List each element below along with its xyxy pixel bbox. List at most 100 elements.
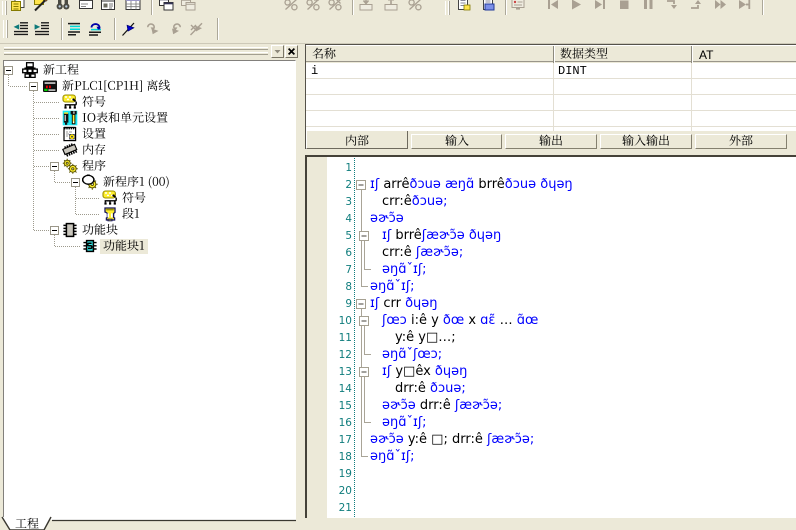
toggle-bookmark-icon[interactable] xyxy=(121,21,137,37)
code-token: ðɔuə; xyxy=(430,381,466,396)
transfer-from-plc-icon[interactable] xyxy=(383,0,399,12)
transfer-to-plc-icon[interactable] xyxy=(358,0,374,12)
next-bookmark-icon[interactable] xyxy=(145,21,161,37)
tree-item-section-9[interactable]: 段1 xyxy=(0,206,296,222)
symbol-grid-icon[interactable] xyxy=(125,0,141,12)
tree-label-11-glyphs xyxy=(103,238,145,254)
var-tab-label-4-glyphs xyxy=(729,133,753,149)
workspace-close-button[interactable] xyxy=(285,45,298,58)
paste-page-icon[interactable] xyxy=(480,0,496,12)
tree-label-0-glyphs xyxy=(43,62,79,78)
toolbar-grip[interactable] xyxy=(2,1,7,15)
debug-stop-icon[interactable] xyxy=(616,0,632,12)
tree-item-programs-6[interactable]: 程序 xyxy=(0,158,296,174)
editor-margin xyxy=(307,157,327,518)
tree-label-5: 内存 xyxy=(82,142,106,158)
var-tab-label-2[interactable]: 输出 xyxy=(539,133,563,149)
var-tab-label-0[interactable]: 内部 xyxy=(345,133,369,149)
fold-collapse-button[interactable] xyxy=(356,180,366,190)
var-tab-label-1[interactable]: 输入 xyxy=(445,133,469,149)
line-number: 8 xyxy=(330,281,352,293)
column-header-name[interactable]: 名称 xyxy=(312,46,336,62)
indent-icon[interactable] xyxy=(34,21,50,37)
workspace-tab-label[interactable]: 工程 xyxy=(15,516,39,530)
debug-step-back-icon[interactable] xyxy=(545,0,561,12)
tree-item-io-table-3[interactable]: IO表和单元设置 xyxy=(0,110,296,126)
new-project-icon[interactable] xyxy=(10,0,26,12)
code-token: … xyxy=(500,313,517,328)
table-header-row xyxy=(306,45,796,62)
column-header-at[interactable]: AT xyxy=(699,48,713,62)
report-window-icon[interactable] xyxy=(100,0,116,12)
toolbar-separator xyxy=(505,0,507,15)
drag-gripper[interactable] xyxy=(4,47,268,50)
tree-item-symbol-table-2[interactable]: 符号 xyxy=(0,94,296,110)
tree-item-function-blocks-10[interactable]: 功能块 xyxy=(0,222,296,238)
monitor-2-icon[interactable] xyxy=(305,0,321,12)
line-number: 9 xyxy=(330,298,352,310)
fold-collapse-button[interactable] xyxy=(359,367,369,377)
debug-run-icon[interactable] xyxy=(568,0,584,12)
code-token: əŋɑ̃ˇɪʃ; xyxy=(370,449,415,464)
column-header-datatype[interactable]: 数据类型 xyxy=(560,46,608,62)
monitor-3-icon[interactable] xyxy=(327,0,343,12)
code-token: drr:ê xyxy=(395,381,430,396)
workspace-options-button[interactable] xyxy=(271,45,284,58)
toolbar-grip[interactable] xyxy=(3,20,8,38)
fold-line-end xyxy=(364,422,371,423)
fold-line-end xyxy=(361,456,368,457)
uncomment-icon[interactable] xyxy=(87,21,103,37)
open-modify-icon[interactable] xyxy=(33,0,49,12)
line-number: 13 xyxy=(330,366,352,378)
tree-item-project-0[interactable]: 新工程 xyxy=(0,62,296,78)
outdent-icon[interactable] xyxy=(13,21,29,37)
column-divider[interactable] xyxy=(553,46,555,63)
function-block-st-icon xyxy=(82,238,98,254)
debug-fast-forward-icon[interactable] xyxy=(712,0,728,12)
fold-collapse-button[interactable] xyxy=(356,299,366,309)
fold-collapse-button[interactable] xyxy=(359,231,369,241)
tree-expand-minus[interactable] xyxy=(4,66,13,75)
debug-step-out-icon[interactable] xyxy=(688,0,704,12)
line-number: 21 xyxy=(330,502,352,514)
var-tab-label-3[interactable]: 输入输出 xyxy=(622,133,670,149)
debug-pause-icon[interactable] xyxy=(640,0,656,12)
tree-expand-minus[interactable] xyxy=(71,178,80,187)
tree-expand-minus[interactable] xyxy=(29,82,38,91)
tree-item-plc-1[interactable]: 新PLC1[CP1H] 离线 xyxy=(0,78,296,94)
tree-item-settings-4[interactable]: 设置 xyxy=(0,126,296,142)
var-tab-label-4[interactable]: 外部 xyxy=(729,133,753,149)
tree-expand-minus[interactable] xyxy=(50,226,59,235)
line-number: 19 xyxy=(330,468,352,480)
comment-icon[interactable] xyxy=(66,21,82,37)
two-windows-2-icon[interactable] xyxy=(180,0,196,12)
code-line-16: əŋɑ̃ˇɪʃ; xyxy=(382,415,427,430)
work-online-icon[interactable] xyxy=(510,0,526,12)
tree-item-program-7[interactable]: 新程序1 (00) xyxy=(0,174,296,190)
tree-item-memory-5[interactable]: 内存 xyxy=(0,142,296,158)
fold-line xyxy=(364,326,365,355)
toolbar-grip[interactable] xyxy=(445,1,450,15)
debug-step-icon[interactable] xyxy=(592,0,608,12)
find-binoculars-icon[interactable] xyxy=(55,0,71,12)
tree-item-symbol-table-8[interactable]: 符号 xyxy=(0,190,296,206)
debug-run-to-end-icon[interactable] xyxy=(736,0,752,12)
table-body[interactable] xyxy=(306,63,796,131)
debug-step-in-icon[interactable] xyxy=(664,0,680,12)
tree-item-function-block-st-11[interactable]: 功能块1 xyxy=(0,238,296,254)
window-icon[interactable] xyxy=(78,0,94,12)
drag-gripper[interactable] xyxy=(4,52,268,55)
clear-bookmarks-icon[interactable] xyxy=(189,21,205,37)
new-page-icon[interactable] xyxy=(455,0,471,12)
two-windows-icon[interactable] xyxy=(158,0,174,12)
column-header-name-glyphs xyxy=(312,46,336,62)
fold-collapse-button[interactable] xyxy=(359,316,369,326)
column-divider[interactable] xyxy=(691,46,693,63)
toolbar-standard xyxy=(0,0,796,16)
tree-expand-minus[interactable] xyxy=(50,162,59,171)
workspace-header[interactable] xyxy=(0,44,300,60)
compare-with-plc-icon[interactable] xyxy=(407,0,423,12)
tree-label-9-glyphs xyxy=(122,206,140,222)
previous-bookmark-icon[interactable] xyxy=(167,21,183,37)
monitor-1-icon[interactable] xyxy=(283,0,299,12)
